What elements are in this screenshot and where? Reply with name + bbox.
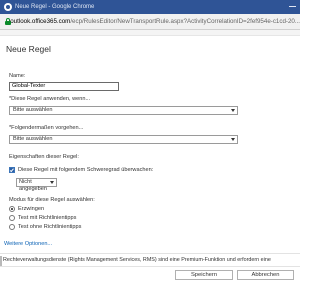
name-label: Name:: [9, 73, 26, 79]
window-title: Neue Regel - Google Chrome: [15, 4, 95, 10]
divider: [0, 253, 300, 254]
url-path: /ecp/RulesEditor/NewTransportRule.aspx?A…: [70, 18, 300, 25]
mode-label-test-without-tips: Test ohne Richtlinientipps: [18, 224, 82, 230]
rms-notice: Rechteverwaltungsdienste (Rights Managem…: [3, 257, 271, 263]
action-select[interactable]: Bitte auswählen: [9, 135, 238, 144]
cancel-button[interactable]: Abbrechen: [237, 270, 294, 280]
mode-radio-test-without-tips[interactable]: [9, 224, 15, 230]
minimize-icon[interactable]: [289, 6, 296, 7]
chrome-icon: [4, 3, 12, 11]
action-label: *Folgendermaßen vorgehen...: [9, 125, 84, 131]
window-titlebar: Neue Regel - Google Chrome: [0, 0, 300, 14]
mode-label-enforce: Erzwingen: [18, 206, 45, 212]
divider: [0, 266, 300, 267]
apply-when-label: *Diese Regel anwenden, wenn...: [9, 96, 91, 102]
severity-checkbox[interactable]: [9, 167, 15, 173]
page-title: Neue Regel: [6, 44, 51, 54]
lock-icon: [4, 18, 11, 25]
mode-radio-enforce[interactable]: [9, 206, 15, 212]
name-input[interactable]: Global-Texter: [9, 82, 119, 91]
url-domain: outlook.office365.com: [10, 18, 71, 25]
chevron-down-icon: [231, 109, 235, 112]
page-content: Neue Regel Name: Global-Texter *Diese Re…: [0, 30, 300, 300]
severity-select[interactable]: Nicht angegeben: [16, 178, 57, 192]
chevron-down-icon: [231, 138, 235, 141]
mode-label-test-with-tips: Test mit Richtlinientipps: [18, 215, 77, 221]
severity-checkbox-label: Diese Regel mit folgendem Schweregrad üb…: [18, 167, 154, 173]
checkmark-icon: [10, 167, 15, 172]
severity-value: Nicht angegeben: [19, 179, 47, 192]
mode-label: Modus für diese Regel auswählen:: [9, 197, 95, 203]
more-options-link[interactable]: Weitere Optionen...: [4, 241, 52, 247]
properties-label: Eigenschaften dieser Regel:: [9, 154, 79, 160]
url-text[interactable]: outlook.office365.com/ecp/RulesEditor/Ne…: [10, 18, 300, 25]
action-value: Bitte auswählen: [13, 136, 53, 142]
chevron-down-icon: [50, 181, 54, 184]
header-strip: [0, 30, 300, 36]
apply-when-select[interactable]: Bitte auswählen: [9, 106, 238, 115]
address-bar[interactable]: outlook.office365.com/ecp/RulesEditor/Ne…: [0, 14, 300, 30]
save-button[interactable]: Speichern: [175, 270, 233, 280]
mode-radio-test-with-tips[interactable]: [9, 215, 15, 221]
scrollbar-thumb[interactable]: [0, 256, 2, 266]
apply-when-value: Bitte auswählen: [13, 107, 53, 113]
